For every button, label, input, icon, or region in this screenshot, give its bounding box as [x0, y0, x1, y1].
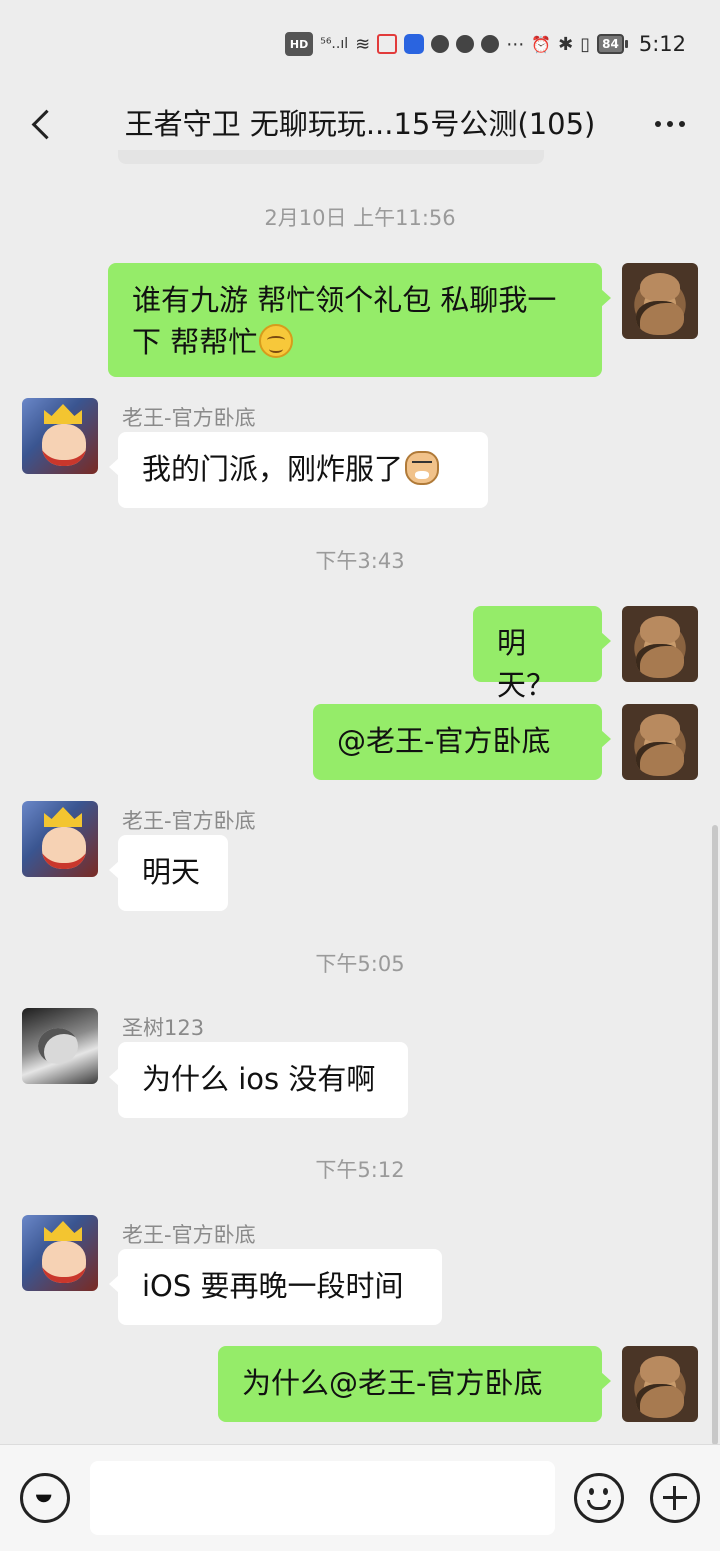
more-notifications-icon: ⋯ [506, 33, 525, 55]
message-text: iOS 要再晚一段时间 [142, 1269, 404, 1303]
self-avatar[interactable] [622, 606, 698, 682]
message-text: 我的门派，刚炸服了 [142, 452, 404, 486]
more-options-button[interactable] [650, 96, 690, 152]
incoming-message-bubble[interactable]: 为什么 ios 没有啊 [109, 1042, 408, 1118]
battery-level: 84 [597, 34, 624, 54]
vibrate-icon: ▯ [580, 33, 591, 55]
smile-emoji-icon [259, 324, 294, 358]
qq-icon [481, 35, 500, 53]
message-text: 为什么@老王-官方卧底 [242, 1366, 543, 1400]
voice-input-button[interactable]: ◗ [20, 1473, 70, 1523]
wifi-icon: ≋ [355, 33, 371, 55]
outgoing-message-bubble[interactable]: 明天？ [473, 606, 611, 702]
notification-app-icon [431, 35, 450, 53]
outgoing-message-bubble[interactable]: 谁有九游 帮忙领个礼包 私聊我一下 帮帮忙 [108, 263, 611, 377]
message-text: @老王-官方卧底 [337, 724, 551, 758]
message-input[interactable] [90, 1461, 555, 1535]
alarm-icon: ⏰ [531, 34, 552, 54]
sender-avatar[interactable] [22, 801, 98, 877]
doge-emoji-icon [405, 451, 440, 485]
message-text: 明天 [142, 855, 201, 889]
hd-icon: HD [284, 32, 314, 56]
timestamp: 下午5:12 [315, 1158, 405, 1182]
self-avatar[interactable] [622, 263, 698, 339]
notification-app-icon [404, 34, 425, 54]
sender-avatar[interactable] [22, 1215, 98, 1291]
message-text: 明天？ [497, 626, 556, 702]
sender-avatar[interactable] [22, 1008, 98, 1084]
incoming-message-bubble[interactable]: 我的门派，刚炸服了 [109, 432, 488, 508]
bluetooth-icon: ✱ [558, 33, 574, 55]
status-bar: HD ⁵⁶..ıl ≋ ⋯ ⏰ ✱ ▯ 84 5:12 [0, 0, 720, 88]
outgoing-message-bubble[interactable]: 为什么@老王-官方卧底 [218, 1346, 611, 1422]
message-text: 为什么 ios 没有啊 [142, 1062, 376, 1096]
sender-name: 老王-官方卧底 [122, 1223, 256, 1247]
sender-name: 圣树123 [122, 1016, 205, 1040]
notification-app-icon [377, 34, 398, 54]
timestamp: 2月10日 上午11:56 [264, 206, 456, 230]
emoji-button[interactable] [574, 1473, 624, 1523]
more-functions-button[interactable] [650, 1473, 700, 1523]
clock: 5:12 [638, 32, 686, 56]
outgoing-message-bubble[interactable]: @老王-官方卧底 [313, 704, 611, 780]
signal-icon: ⁵⁶..ıl [320, 36, 349, 52]
notification-app-icon [456, 35, 475, 53]
incoming-message-bubble[interactable]: 明天 [109, 835, 228, 911]
sender-avatar[interactable] [22, 398, 98, 474]
chat-scrollbar[interactable] [712, 825, 718, 1445]
timestamp: 下午5:05 [315, 952, 405, 976]
voice-icon: ◗ [32, 1492, 57, 1504]
battery-icon: 84 [597, 34, 628, 54]
self-avatar[interactable] [622, 1346, 698, 1422]
self-avatar[interactable] [622, 704, 698, 780]
sender-name: 老王-官方卧底 [122, 406, 256, 430]
chat-title: 王者守卫 无聊玩玩...15号公测(105) [124, 107, 596, 141]
message-input-bar: ◗ [0, 1444, 720, 1551]
more-dots-icon [655, 121, 661, 127]
sender-name: 老王-官方卧底 [122, 809, 256, 833]
previous-message-edge [118, 150, 544, 164]
message-text: 谁有九游 帮忙领个礼包 私聊我一下 帮帮忙 [132, 283, 557, 359]
timestamp: 下午3:43 [315, 549, 405, 573]
incoming-message-bubble[interactable]: iOS 要再晚一段时间 [109, 1249, 442, 1325]
